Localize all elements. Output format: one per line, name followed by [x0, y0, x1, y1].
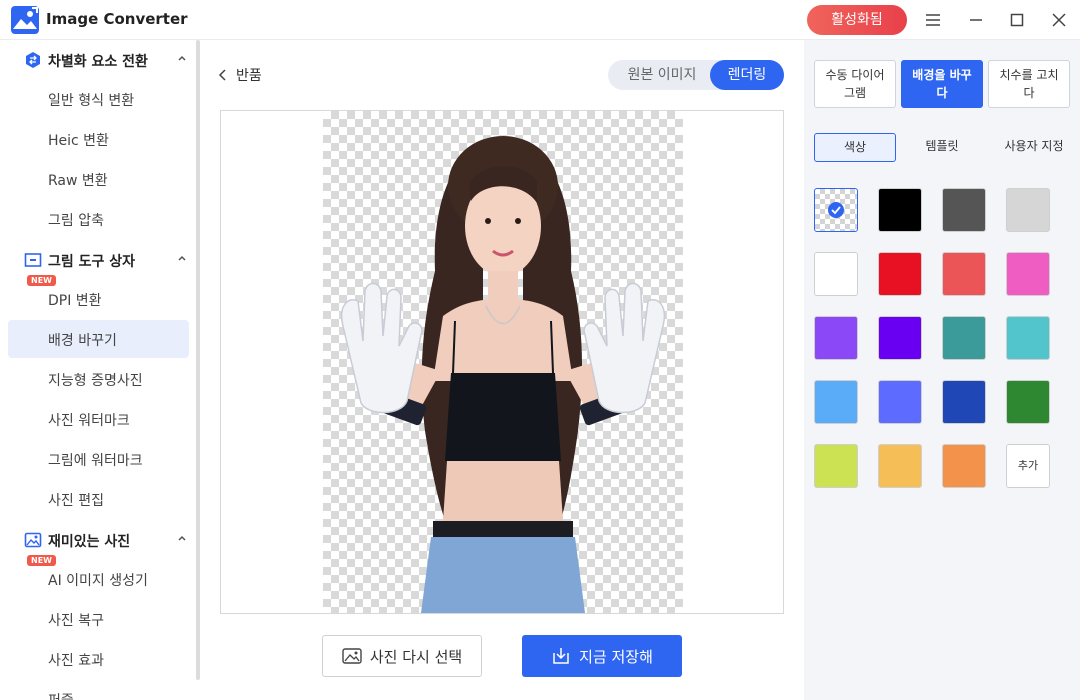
sidebar-item-general-convert[interactable]: 일반 형식 변환 — [8, 80, 189, 118]
activated-button[interactable]: 활성화됨 — [807, 5, 907, 35]
sidebar-item-puzzle[interactable]: 퍼즐 — [8, 680, 189, 700]
color-swatch[interactable] — [878, 380, 922, 424]
save-now-button[interactable]: 지금 저장해 — [522, 635, 682, 677]
sidebar-item-label: 사진 효과 — [48, 653, 104, 669]
sidebar-item-label: AI 이미지 생성기 — [48, 573, 148, 589]
sidebar: 차별화 요소 전환 일반 형식 변환 Heic 변환 Raw 변환 그림 압축 … — [0, 40, 200, 700]
convert-icon — [26, 52, 40, 68]
reselect-label: 사진 다시 선택 — [369, 647, 463, 666]
section-label: 재미있는 사진 — [48, 534, 131, 550]
color-swatch[interactable] — [942, 316, 986, 360]
transparent-background — [323, 111, 683, 613]
app-title: Image Converter — [46, 10, 188, 28]
sidebar-item-label: Heic 변환 — [48, 133, 109, 149]
sidebar-item-photo-restore[interactable]: 사진 복구 — [8, 600, 189, 638]
minimize-icon[interactable] — [964, 8, 988, 32]
mode-manual-matting[interactable]: 수동 다이어그램 — [814, 60, 896, 108]
color-swatch[interactable] — [942, 380, 986, 424]
download-icon — [553, 648, 569, 664]
sidebar-item-label: 지능형 증명사진 — [48, 373, 143, 389]
toggle-original[interactable]: 원본 이미지 — [614, 60, 710, 90]
sidebar-item-label: 배경 바꾸기 — [48, 333, 117, 349]
fun-photo-icon — [24, 532, 42, 548]
reselect-photo-button[interactable]: 사진 다시 선택 — [322, 635, 482, 677]
chevron-up-icon[interactable] — [176, 532, 188, 544]
toggle-render[interactable]: 렌더링 — [710, 60, 784, 90]
sidebar-item-change-background[interactable]: 배경 바꾸기 — [8, 320, 189, 358]
sidebar-item-photo-watermark[interactable]: 사진 워터마크 — [8, 400, 189, 438]
color-swatch[interactable] — [814, 316, 858, 360]
section-toolbox[interactable]: 그림 도구 상자 — [0, 240, 196, 280]
color-swatch[interactable] — [814, 380, 858, 424]
color-swatch[interactable] — [878, 444, 922, 488]
sidebar-item-label: DPI 변환 — [48, 293, 102, 309]
sidebar-item-label: 일반 형식 변환 — [48, 93, 135, 109]
back-label: 반품 — [236, 68, 262, 84]
color-swatch[interactable] — [1006, 188, 1050, 232]
sidebar-item-label: 퍼즐 — [48, 690, 74, 700]
sidebar-item-photo-edit[interactable]: 사진 편집 — [8, 480, 189, 518]
app-logo-icon — [11, 6, 39, 34]
color-swatch[interactable] — [878, 188, 922, 232]
sidebar-item-ai-image[interactable]: NEW AI 이미지 생성기 — [8, 555, 189, 598]
swatch-transparent[interactable] — [814, 188, 858, 232]
check-icon — [828, 202, 844, 218]
sidebar-item-raw[interactable]: Raw 변환 — [8, 160, 189, 198]
section-label: 그림 도구 상자 — [48, 254, 136, 270]
tab-color[interactable]: 색상 — [814, 133, 896, 162]
image-preview — [220, 110, 784, 614]
settings-panel: 수동 다이어그램 배경을 바꾸다 치수를 고치다 색상 템플릿 사용자 지정 추… — [804, 40, 1080, 700]
add-color-button[interactable]: 추가 — [1006, 444, 1050, 488]
image-icon — [342, 648, 362, 664]
color-swatch[interactable] — [942, 444, 986, 488]
chevron-left-icon — [218, 69, 226, 81]
sidebar-item-dpi[interactable]: NEW DPI 변환 — [8, 275, 189, 318]
sidebar-item-label: 사진 복구 — [48, 613, 104, 629]
section-fun-photo[interactable]: 재미있는 사진 — [0, 520, 196, 560]
cutout-subject-image — [341, 136, 665, 613]
color-swatch[interactable] — [814, 252, 858, 296]
mode-change-background[interactable]: 배경을 바꾸다 — [901, 60, 983, 108]
new-badge: NEW — [27, 555, 56, 566]
color-swatch[interactable] — [1006, 316, 1050, 360]
sidebar-item-compress[interactable]: 그림 압축 — [8, 200, 189, 238]
sidebar-item-id-photo[interactable]: 지능형 증명사진 — [8, 360, 189, 398]
mode-resize[interactable]: 치수를 고치다 — [988, 60, 1070, 108]
section-label: 차별화 요소 전환 — [48, 54, 148, 70]
sidebar-item-image-watermark[interactable]: 그림에 워터마크 — [8, 440, 189, 478]
sidebar-item-label: Raw 변환 — [48, 173, 108, 189]
color-swatch[interactable] — [878, 252, 922, 296]
title-bar: Image Converter 활성화됨 — [0, 0, 1080, 40]
back-button[interactable]: 반품 — [218, 65, 262, 85]
toolbox-icon — [24, 253, 42, 267]
section-format-convert[interactable]: 차별화 요소 전환 — [0, 40, 196, 80]
color-swatch[interactable] — [814, 444, 858, 488]
color-swatch[interactable] — [878, 316, 922, 360]
save-label: 지금 저장해 — [579, 647, 653, 666]
tab-template[interactable]: 템플릿 — [901, 133, 983, 162]
tab-custom[interactable]: 사용자 지정 — [988, 133, 1080, 162]
sidebar-item-label: 사진 편집 — [48, 493, 104, 509]
sidebar-item-photo-effects[interactable]: 사진 효과 — [8, 640, 189, 678]
chevron-up-icon[interactable] — [176, 252, 188, 264]
close-icon[interactable] — [1047, 8, 1071, 32]
new-badge: NEW — [27, 275, 56, 286]
sidebar-item-heic[interactable]: Heic 변환 — [8, 120, 189, 158]
chevron-up-icon[interactable] — [176, 52, 188, 64]
main-editor: 반품 원본 이미지 렌더링 사진 다시 선택 지금 저장해 — [200, 40, 804, 700]
view-toggle: 원본 이미지 렌더링 — [608, 60, 784, 90]
maximize-icon[interactable] — [1005, 8, 1029, 32]
sidebar-item-label: 그림에 워터마크 — [48, 453, 143, 469]
color-swatch[interactable] — [942, 252, 986, 296]
menu-icon[interactable] — [921, 8, 945, 32]
color-swatch[interactable] — [1006, 380, 1050, 424]
sidebar-item-label: 사진 워터마크 — [48, 413, 130, 429]
color-swatch[interactable] — [942, 188, 986, 232]
color-swatch[interactable] — [1006, 252, 1050, 296]
sidebar-item-label: 그림 압축 — [48, 213, 104, 229]
